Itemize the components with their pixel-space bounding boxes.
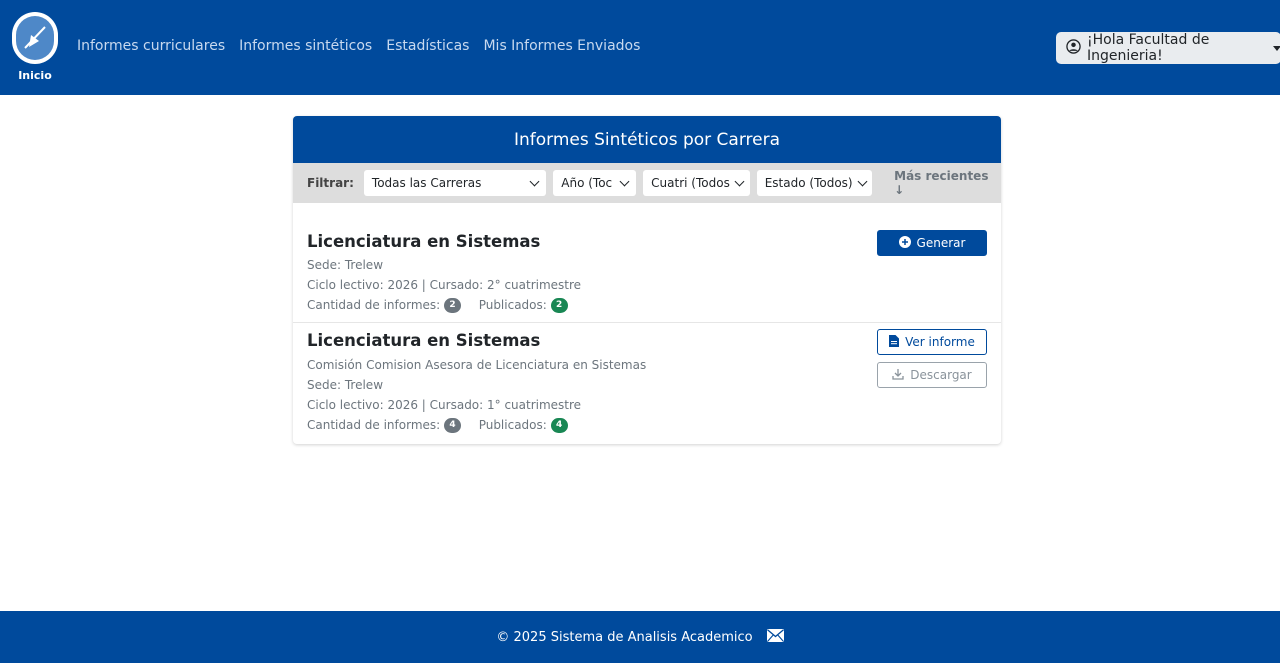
download-button[interactable]: Descargar — [877, 362, 987, 388]
estado-select[interactable]: Estado (Todos) — [756, 170, 873, 196]
filter-bar: Filtrar: Todas las Carreras Año (Toc Cua… — [293, 163, 1001, 203]
publicados-label: Publicados: — [478, 298, 547, 312]
anio-select-value: Año (Toc — [561, 176, 613, 190]
footer: © 2025 Sistema de Analisis Academico — [0, 611, 1280, 663]
home-brand[interactable]: Inicio — [12, 12, 58, 82]
nav-estadisticas[interactable]: Estadísticas — [386, 38, 469, 54]
synthetic-reports-card: Informes Sintéticos por Carrera Filtrar:… — [293, 116, 1001, 444]
item-title: Licenciatura en Sistemas — [307, 232, 541, 251]
publicados-label: Publicados: — [478, 418, 547, 432]
nav-informes-curriculares[interactable]: Informes curriculares — [77, 38, 225, 54]
navbar: Inicio Informes curriculares Informes si… — [0, 0, 1280, 95]
cantidad-badge: 2 — [444, 298, 462, 313]
list-item: Licenciatura en Sistemas Sede: Trelew Ci… — [293, 203, 1001, 323]
envelope-icon[interactable] — [766, 628, 784, 646]
plus-circle-icon — [898, 235, 911, 251]
filter-label: Filtrar: — [307, 176, 354, 190]
main-nav: Informes curriculares Informes sintético… — [77, 38, 640, 54]
nav-mis-informes-enviados[interactable]: Mis Informes Enviados — [483, 38, 640, 54]
card-title: Informes Sintéticos por Carrera — [293, 116, 1001, 163]
cuatri-select[interactable]: Cuatri (Todos — [643, 170, 750, 196]
caret-down-icon — [1273, 45, 1280, 51]
chevron-down-icon — [529, 176, 540, 186]
item-sede: Sede: Trelew — [307, 378, 384, 392]
user-menu-button[interactable]: ¡Hola Facultad de Ingenieria! — [1056, 32, 1280, 64]
cantidad-badge: 4 — [444, 418, 462, 433]
publicados-badge: 2 — [550, 298, 568, 313]
list-item: Licenciatura en Sistemas Comisión Comisi… — [293, 323, 1001, 444]
generate-button-label: Generar — [916, 236, 966, 250]
item-ciclo: Ciclo lectivo: 2026 | Cursado: 1° cuatri… — [307, 398, 582, 412]
chevron-down-icon — [734, 176, 745, 186]
sort-toggle[interactable]: Más recientes ↓ — [894, 169, 1001, 197]
cuatri-select-value: Cuatri (Todos — [651, 176, 730, 190]
nav-informes-sinteticos[interactable]: Informes sintéticos — [239, 38, 372, 54]
generate-button[interactable]: Generar — [877, 230, 987, 256]
estado-select-value: Estado (Todos) — [764, 176, 853, 190]
brand-label[interactable]: Inicio — [12, 69, 58, 82]
publicados-badge: 4 — [550, 418, 568, 433]
user-circle-icon — [1066, 38, 1081, 58]
cantidad-label: Cantidad de informes: — [307, 418, 441, 432]
anio-select[interactable]: Año (Toc — [553, 170, 637, 196]
chevron-down-icon — [619, 176, 630, 186]
cantidad-label: Cantidad de informes: — [307, 298, 441, 312]
carrera-select[interactable]: Todas las Carreras — [363, 170, 547, 196]
item-comision: Comisión Comision Asesora de Licenciatur… — [307, 358, 647, 372]
chevron-down-icon — [857, 176, 868, 186]
view-report-label: Ver informe — [905, 335, 975, 349]
file-icon — [889, 334, 900, 350]
item-title: Licenciatura en Sistemas — [307, 331, 541, 350]
download-icon — [892, 368, 904, 383]
item-ciclo: Ciclo lectivo: 2026 | Cursado: 2° cuatri… — [307, 278, 582, 292]
item-counts: Cantidad de informes: 2 Publicados: 2 — [307, 298, 568, 313]
item-sede: Sede: Trelew — [307, 258, 384, 272]
item-counts: Cantidad de informes: 4 Publicados: 4 — [307, 418, 568, 433]
view-report-button[interactable]: Ver informe — [877, 329, 987, 355]
compass-logo-icon[interactable] — [12, 12, 58, 64]
footer-text: © 2025 Sistema de Analisis Academico — [496, 629, 753, 645]
user-greeting: ¡Hola Facultad de Ingenieria! — [1087, 32, 1210, 64]
download-label: Descargar — [910, 368, 972, 382]
carrera-select-value: Todas las Carreras — [371, 176, 482, 190]
